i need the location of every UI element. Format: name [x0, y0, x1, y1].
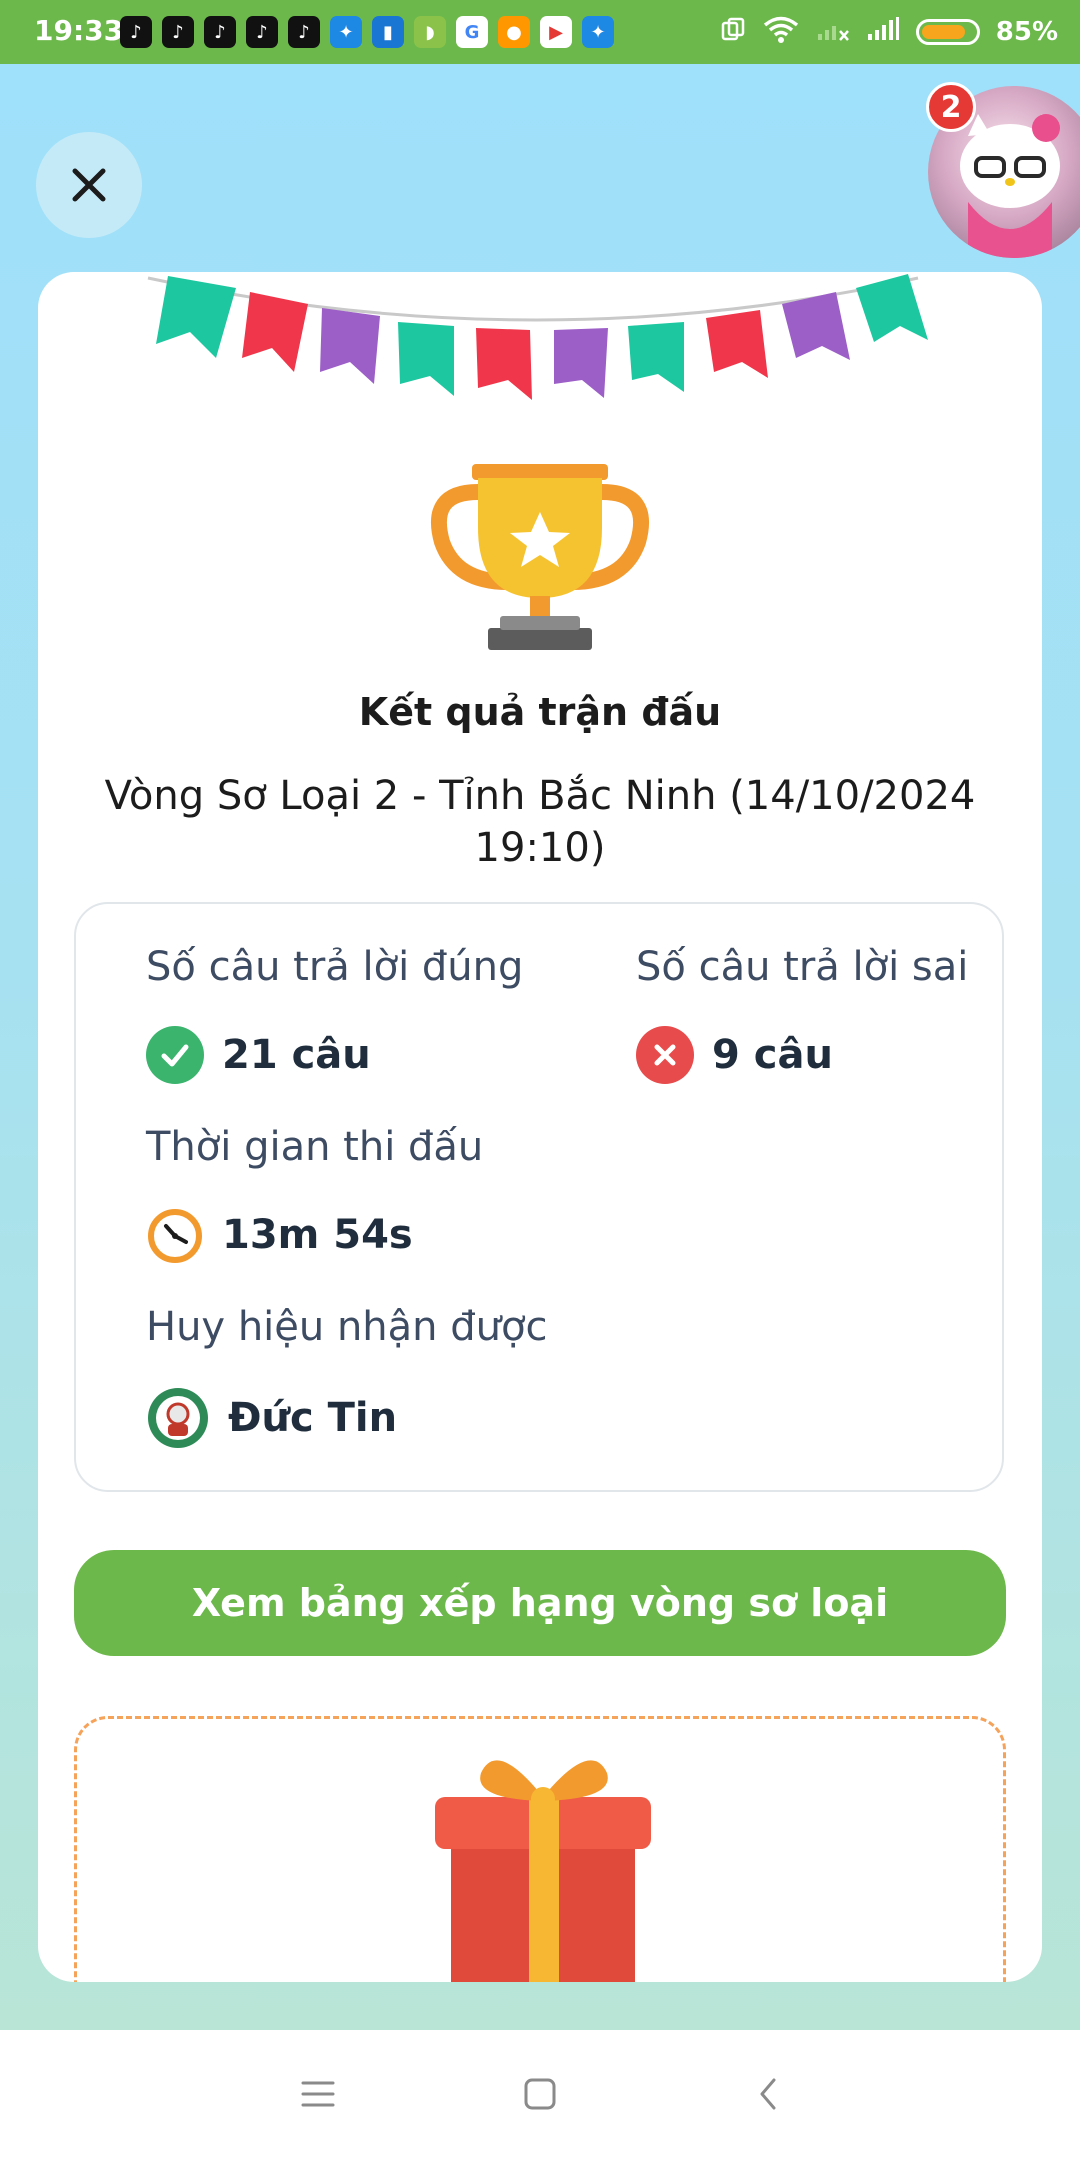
leaderboard-button[interactable]: Xem bảng xếp hạng vòng sơ loại [74, 1550, 1006, 1656]
signal-icon [866, 16, 900, 49]
result-title: Kết quả trận đấu [358, 690, 722, 734]
battery-fill [921, 25, 966, 39]
tiktok-icon: ♪ [288, 16, 320, 48]
menu-nav-button[interactable] [286, 2062, 350, 2126]
bunting-decoration [147, 274, 928, 400]
wrong-stat: 9 câu [636, 1026, 833, 1084]
trophy-icon [430, 464, 650, 650]
chat-icon: ● [498, 16, 530, 48]
screenshot-icon [720, 16, 746, 49]
gift-icon [435, 1760, 651, 1982]
x-circle-icon [636, 1026, 694, 1084]
status-bar: 19:33 ♪ ♪ ♪ ♪ ♪ ✦ ▮ ◗ G ● ▶ ✦ 85% [0, 0, 1080, 64]
signal-off-icon [816, 16, 850, 49]
notification-badge: 2 [926, 82, 976, 132]
tiktok-icon: ♪ [162, 16, 194, 48]
navigation-bar [0, 2030, 1080, 2160]
correct-value: 21 câu [222, 1032, 371, 1078]
tiktok-icon: ♪ [246, 16, 278, 48]
badge-medal-icon [146, 1386, 210, 1450]
clock-icon [146, 1206, 204, 1264]
badge-stat: Đức Tin [146, 1386, 397, 1450]
time-stat: 13m 54s [146, 1206, 413, 1264]
back-nav-button[interactable] [736, 2062, 800, 2126]
gift-panel[interactable] [74, 1716, 1006, 1982]
android-icon: ◗ [414, 16, 446, 48]
result-card: Kết quả trận đấu Vòng Sơ Loại 2 - Tỉnh B… [38, 272, 1042, 1982]
system-status: 85% [720, 12, 1058, 52]
status-time: 19:33 [34, 14, 124, 47]
tiktok-icon: ♪ [120, 16, 152, 48]
time-label: Thời gian thi đấu [146, 1124, 484, 1170]
back-icon [760, 2078, 776, 2110]
check-circle-icon [146, 1026, 204, 1084]
home-nav-button[interactable] [508, 2062, 572, 2126]
round-subtitle: Vòng Sơ Loại 2 - Tỉnh Bắc Ninh (14/10/20… [104, 773, 976, 871]
close-icon [72, 168, 106, 202]
tiktok-icon: ♪ [204, 16, 236, 48]
battery-icon [915, 19, 980, 45]
messenger-icon: ✦ [330, 16, 362, 48]
wifi-icon [762, 15, 800, 50]
battery-percent: 85% [995, 17, 1058, 47]
home-square-icon [524, 2078, 556, 2110]
messenger-icon: ✦ [582, 16, 614, 48]
badge-value: Đức Tin [228, 1395, 398, 1441]
menu-icon [301, 2081, 335, 2107]
correct-stat: 21 câu [146, 1026, 371, 1084]
time-value: 13m 54s [222, 1212, 413, 1258]
badge-label: Huy hiệu nhận được [146, 1304, 548, 1350]
google-icon: G [456, 16, 488, 48]
close-button[interactable] [36, 132, 142, 238]
wrong-value: 9 câu [712, 1032, 833, 1078]
notification-icons: ♪ ♪ ♪ ♪ ♪ ✦ ▮ ◗ G ● ▶ ✦ [120, 12, 614, 52]
youtube-icon: ▶ [540, 16, 572, 48]
app-icon: ▮ [372, 16, 404, 48]
wrong-label: Số câu trả lời sai [636, 944, 969, 990]
stats-panel: Số câu trả lời đúng Số câu trả lời sai 2… [74, 902, 1004, 1492]
correct-label: Số câu trả lời đúng [146, 944, 524, 990]
